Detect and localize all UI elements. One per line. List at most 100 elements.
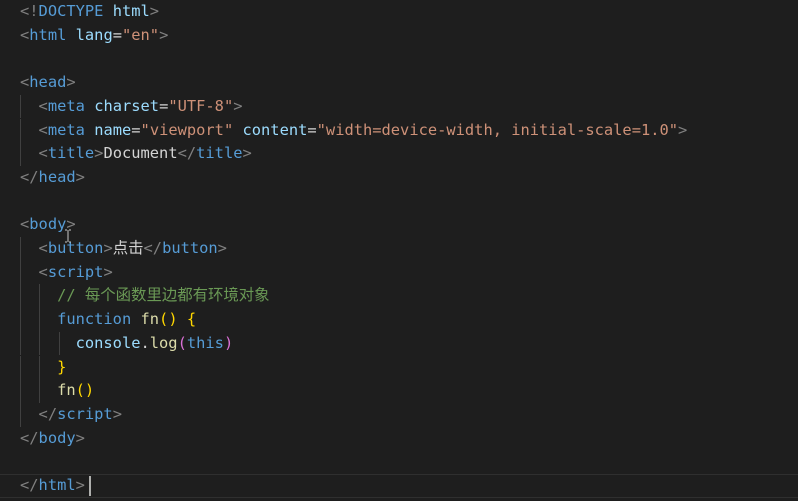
code-token: DOCTYPE xyxy=(38,2,104,20)
code-text: // 每个函数里边都有环境对象 xyxy=(20,284,270,308)
code-token: html xyxy=(29,25,67,44)
code-text: <button>点击</button> xyxy=(20,237,227,261)
code-token: < xyxy=(38,239,48,257)
code-token: body xyxy=(38,428,76,447)
code-line[interactable] xyxy=(0,190,798,214)
code-text: <title>Document</title> xyxy=(20,142,252,166)
code-token: > xyxy=(678,120,688,139)
code-token: fn xyxy=(140,310,160,329)
code-line[interactable]: <head> xyxy=(0,71,798,95)
code-token: { xyxy=(186,310,197,329)
code-token: title xyxy=(196,144,243,163)
code-text: </head> xyxy=(20,166,85,190)
code-line[interactable]: // 每个函数里边都有环境对象 xyxy=(0,284,798,309)
code-token: "en" xyxy=(122,25,160,44)
code-token: () xyxy=(159,310,178,329)
code-text: <!DOCTYPE html> xyxy=(20,0,159,24)
code-token: ( xyxy=(177,333,187,352)
code-token: </ xyxy=(20,428,39,447)
code-line[interactable]: <title>Document</title> xyxy=(0,142,798,166)
code-token: body xyxy=(29,215,67,234)
code-text: function fn() { xyxy=(20,308,196,332)
code-token: </ xyxy=(20,167,39,186)
code-token: Document xyxy=(103,144,178,163)
code-text: <head> xyxy=(20,71,76,95)
code-token: > xyxy=(75,428,85,447)
code-text: </script> xyxy=(20,403,122,427)
code-token: meta xyxy=(47,96,85,115)
code-token: charset xyxy=(94,96,160,115)
code-token: function xyxy=(57,310,132,329)
code-token: . xyxy=(140,333,150,352)
code-token: > xyxy=(103,239,113,257)
code-token: > xyxy=(242,144,252,163)
code-token: > xyxy=(159,25,169,44)
code-text: </body> xyxy=(20,427,85,451)
code-token: > xyxy=(217,239,227,257)
code-line[interactable]: <body> xyxy=(0,213,798,237)
code-token: name xyxy=(94,120,132,139)
code-token: this xyxy=(186,333,224,352)
code-text: } xyxy=(20,356,66,380)
code-text: </html> xyxy=(20,475,85,497)
code-token: log xyxy=(149,333,178,352)
code-line[interactable]: <meta name="viewport" content="width=dev… xyxy=(0,118,798,143)
code-line[interactable]: fn() xyxy=(0,379,798,403)
code-token: > xyxy=(233,96,243,115)
code-token: html xyxy=(38,476,76,494)
code-token: </ xyxy=(143,239,163,257)
code-token: head xyxy=(29,73,67,92)
code-line[interactable]: <button>点击</button> xyxy=(0,237,798,261)
code-line[interactable]: console.log(this) xyxy=(0,331,798,356)
code-token: < xyxy=(38,262,48,281)
code-editor[interactable]: <!DOCTYPE html> <html lang="en"> <head> <m… xyxy=(0,0,798,501)
code-token: meta xyxy=(47,120,85,139)
code-token: "width=device-width, initial-scale=1.0" xyxy=(316,120,679,139)
code-token: } xyxy=(57,357,67,376)
code-token: () xyxy=(75,381,95,400)
code-line[interactable]: </head> xyxy=(0,166,798,190)
code-token: </ xyxy=(177,144,197,163)
code-token: head xyxy=(38,167,76,186)
code-line[interactable]: <script> xyxy=(0,260,798,285)
code-token: = xyxy=(159,96,169,115)
code-token: // 每个函数里边都有环境对象 xyxy=(57,286,270,305)
code-token: "viewport" xyxy=(140,120,234,139)
code-token: > xyxy=(112,404,122,423)
code-token: content xyxy=(242,120,308,139)
code-token: > xyxy=(75,167,85,186)
code-line[interactable] xyxy=(0,47,798,71)
code-token: </ xyxy=(20,476,39,494)
code-token: < xyxy=(38,96,48,115)
code-line[interactable]: </html> xyxy=(0,474,798,498)
code-token: html xyxy=(112,2,150,20)
code-token: fn xyxy=(57,381,76,400)
code-line[interactable]: <meta charset="UTF-8"> xyxy=(0,94,798,119)
code-token: = xyxy=(112,25,122,44)
code-line[interactable]: function fn() { xyxy=(0,308,798,332)
code-text: <meta charset="UTF-8"> xyxy=(20,95,243,119)
code-token: 点击 xyxy=(112,239,144,257)
code-text: <meta name="viewport" content="width=dev… xyxy=(20,119,688,143)
code-line[interactable]: </script> xyxy=(0,402,798,427)
code-token: lang xyxy=(75,25,113,44)
code-line[interactable]: <!DOCTYPE html> xyxy=(0,0,798,24)
code-token: < xyxy=(20,73,30,92)
code-token: < xyxy=(20,215,30,234)
code-line[interactable]: <html lang="en"> xyxy=(0,24,798,48)
code-line[interactable] xyxy=(0,450,798,474)
text-cursor xyxy=(89,476,91,496)
code-line[interactable]: </body> xyxy=(0,427,798,451)
code-text: <html lang="en"> xyxy=(20,24,168,48)
code-token: console xyxy=(75,333,141,352)
code-token: button xyxy=(162,239,218,257)
code-line[interactable]: } xyxy=(0,355,798,380)
